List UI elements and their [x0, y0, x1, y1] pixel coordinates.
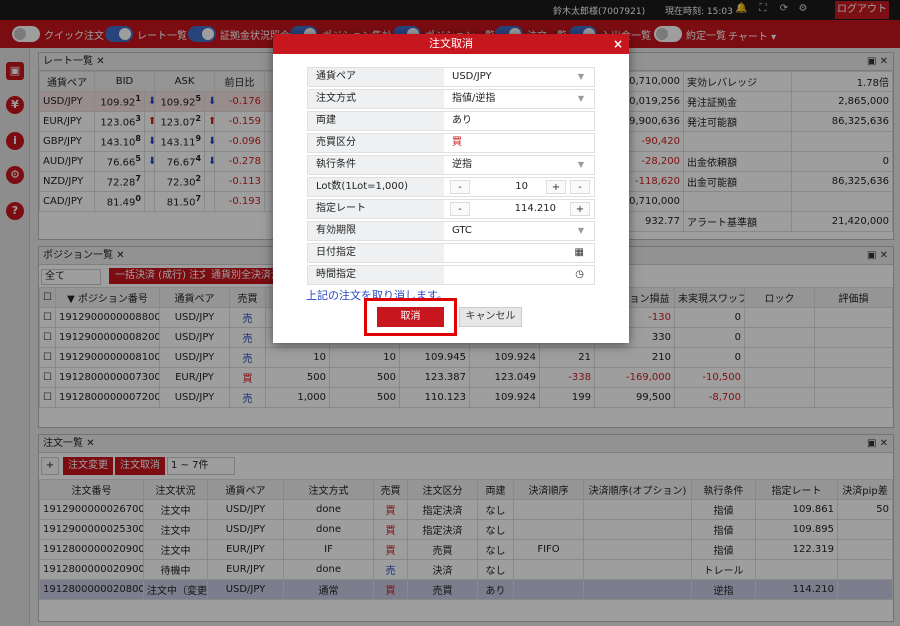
chevron-down-icon: ▼: [577, 72, 584, 81]
calendar-icon[interactable]: ▦: [575, 244, 584, 262]
chevron-down-icon: ▼: [577, 160, 584, 169]
field-rate: 指定レート -114.210 +: [307, 199, 595, 219]
plus-button[interactable]: +: [570, 202, 590, 216]
minus-button[interactable]: -: [570, 180, 590, 194]
field-time[interactable]: 時間指定 ◷: [307, 265, 595, 285]
minus-button[interactable]: -: [450, 180, 470, 194]
clock-icon[interactable]: ◷: [575, 266, 584, 284]
chevron-down-icon: ▼: [577, 94, 584, 103]
close-icon[interactable]: ×: [613, 34, 623, 54]
field-hedge: 両建 あり: [307, 111, 595, 131]
field-date[interactable]: 日付指定 ▦: [307, 243, 595, 263]
field-expiry[interactable]: 有効期限 GTC ▼: [307, 221, 595, 241]
field-execution-condition[interactable]: 執行条件 逆指 ▼: [307, 155, 595, 175]
dismiss-button[interactable]: キャンセル: [459, 307, 522, 327]
lot-value[interactable]: 10: [515, 178, 528, 196]
field-order-method[interactable]: 注文方式 指値/逆指 ▼: [307, 89, 595, 109]
rate-value[interactable]: 114.210: [515, 200, 556, 218]
dialog-header: 注文取消 ×: [273, 34, 629, 54]
field-side: 売買区分買: [307, 133, 595, 153]
minus-button[interactable]: -: [450, 202, 470, 216]
plus-button[interactable]: +: [546, 180, 566, 194]
dialog-title: 注文取消: [429, 37, 473, 50]
chevron-down-icon: ▼: [577, 226, 584, 235]
field-currency-pair[interactable]: 通貨ペア USD/JPY ▼: [307, 67, 595, 87]
confirm-cancel-button[interactable]: 取消: [377, 307, 444, 327]
field-lot: Lot数(1Lot=1,000) -10 + -: [307, 177, 595, 197]
